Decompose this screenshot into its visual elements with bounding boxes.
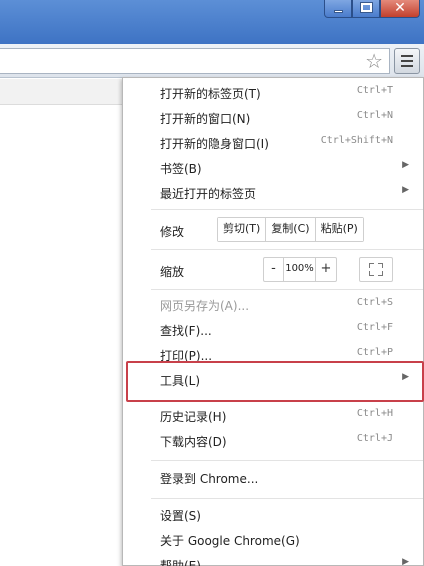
close-button[interactable]: ✕ xyxy=(380,0,420,18)
menu-item-label: 书签(B) xyxy=(160,162,202,176)
menu-item-downloads[interactable]: 下载内容(D) Ctrl+J xyxy=(123,429,423,454)
menu-item-shortcut: Ctrl+Shift+N xyxy=(320,135,393,146)
menu-item-save-page-as: 网页另存为(A)... Ctrl+S xyxy=(123,293,423,318)
menu-separator xyxy=(151,460,423,461)
menu-item-settings[interactable]: 设置(S) xyxy=(123,503,423,528)
address-bar[interactable]: ☆ xyxy=(0,48,390,74)
menu-item-label: 网页另存为(A)... xyxy=(160,299,250,313)
zoom-in-button[interactable]: + xyxy=(316,258,336,281)
zoom-out-button[interactable]: - xyxy=(264,258,284,281)
menu-item-find[interactable]: 查找(F)... Ctrl+F xyxy=(123,318,423,343)
cut-button[interactable]: 剪切(T) xyxy=(218,218,267,241)
menu-item-shortcut: Ctrl+J xyxy=(356,433,393,444)
maximize-icon xyxy=(360,2,373,13)
zoom-label: 缩放 xyxy=(160,265,185,279)
submenu-arrow-icon: ▶ xyxy=(402,557,409,566)
menu-item-help[interactable]: 帮助(E) ▶ xyxy=(123,553,423,566)
menu-item-label: 最近打开的标签页 xyxy=(160,187,257,201)
menu-item-recent-tabs[interactable]: 最近打开的标签页 ▶ xyxy=(123,181,423,206)
paste-button[interactable]: 粘贴(P) xyxy=(315,218,363,241)
menu-item-shortcut: Ctrl+F xyxy=(356,322,393,333)
minimize-icon xyxy=(334,10,343,13)
menu-icon xyxy=(401,55,413,57)
submenu-arrow-icon: ▶ xyxy=(402,185,409,195)
copy-button[interactable]: 复制(C) xyxy=(266,218,316,241)
edit-button-group: 剪切(T) 复制(C) 粘贴(P) xyxy=(217,217,364,242)
menu-item-label: 打开新的标签页(T) xyxy=(160,87,261,101)
highlight-box-tools xyxy=(126,361,424,402)
zoom-value: 100% xyxy=(284,258,316,281)
menu-item-shortcut: Ctrl+P xyxy=(356,347,393,358)
maximize-button[interactable] xyxy=(352,0,380,18)
menu-item-label: 下载内容(D) xyxy=(160,435,227,449)
browser-toolbar: ☆ xyxy=(0,44,424,78)
menu-item-new-incognito-window[interactable]: 打开新的隐身窗口(I) Ctrl+Shift+N xyxy=(123,131,423,156)
menu-item-shortcut: Ctrl+S xyxy=(356,297,393,308)
fullscreen-button[interactable] xyxy=(359,257,393,282)
title-bar: ✕ xyxy=(0,0,424,44)
menu-item-shortcut: Ctrl+N xyxy=(356,110,393,121)
zoom-control: - 100% + xyxy=(263,257,337,282)
submenu-arrow-icon: ▶ xyxy=(402,160,409,170)
menu-item-label: 帮助(E) xyxy=(160,559,201,566)
menu-item-label: 查找(F)... xyxy=(160,324,212,338)
menu-item-new-tab[interactable]: 打开新的标签页(T) Ctrl+T xyxy=(123,81,423,106)
menu-item-label: 历史记录(H) xyxy=(160,410,227,424)
chrome-menu: 打开新的标签页(T) Ctrl+T 打开新的窗口(N) Ctrl+N 打开新的隐… xyxy=(122,77,424,566)
menu-item-bookmarks[interactable]: 书签(B) ▶ xyxy=(123,156,423,181)
menu-item-label: 打开新的窗口(N) xyxy=(160,112,251,126)
chrome-menu-button[interactable] xyxy=(394,48,420,74)
menu-item-shortcut: Ctrl+T xyxy=(356,85,393,96)
menu-separator xyxy=(151,209,423,210)
close-icon: ✕ xyxy=(394,0,406,16)
menu-row-zoom: 缩放 - 100% + xyxy=(123,257,423,284)
menu-item-history[interactable]: 历史记录(H) Ctrl+H xyxy=(123,404,423,429)
bookmark-star-icon[interactable]: ☆ xyxy=(365,50,383,72)
menu-item-new-window[interactable]: 打开新的窗口(N) Ctrl+N xyxy=(123,106,423,131)
minimize-button[interactable] xyxy=(324,0,352,18)
menu-separator xyxy=(151,289,423,290)
menu-item-label: 登录到 Chrome... xyxy=(160,472,259,486)
edit-label: 修改 xyxy=(160,225,185,239)
menu-item-label: 打开新的隐身窗口(I) xyxy=(160,137,269,151)
menu-item-sign-in[interactable]: 登录到 Chrome... xyxy=(123,466,423,491)
menu-item-label: 关于 Google Chrome(G) xyxy=(160,534,300,548)
menu-separator xyxy=(151,249,423,250)
menu-item-about[interactable]: 关于 Google Chrome(G) xyxy=(123,528,423,553)
menu-item-shortcut: Ctrl+H xyxy=(356,408,393,419)
window-controls: ✕ xyxy=(324,0,420,18)
menu-row-edit: 修改 剪切(T) 复制(C) 粘贴(P) xyxy=(123,217,423,244)
menu-item-label: 设置(S) xyxy=(160,509,201,523)
menu-separator xyxy=(151,498,423,499)
